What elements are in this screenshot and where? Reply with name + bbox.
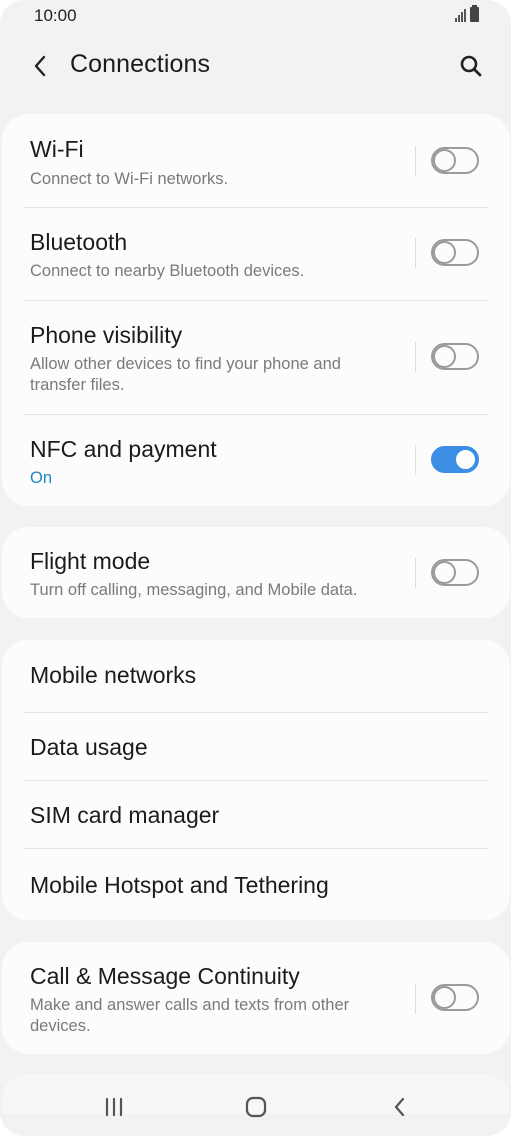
card-connectivity: Wi-Fi Connect to Wi-Fi networks. Bluetoo… [2,114,510,506]
nfc-toggle[interactable] [431,446,479,473]
row-data-usage[interactable]: Data usage [2,713,510,780]
flight-mode-toggle[interactable] [431,559,479,586]
home-icon [245,1096,267,1118]
divider-vertical [415,984,416,1014]
flight-mode-title: Flight mode [30,548,151,574]
nfc-title: NFC and payment [30,436,217,462]
status-time: 10:00 [34,6,77,25]
app-bar: Connections [0,40,511,92]
toggle-knob [433,241,456,264]
toggle-knob [433,986,456,1009]
wifi-subtitle: Connect to Wi-Fi networks. [30,170,229,188]
row-continuity[interactable]: Call & Message Continuity Make and answe… [2,942,510,1054]
recent-apps-icon [105,1097,123,1117]
row-nfc[interactable]: NFC and payment On [2,415,510,506]
nav-back-icon [394,1097,405,1117]
continuity-subtitle-line1: Make and answer calls and texts from oth… [30,996,350,1014]
nfc-status: On [30,469,53,487]
nav-back-button[interactable] [379,1092,419,1122]
phone-visibility-toggle[interactable] [431,343,479,370]
divider-vertical [415,238,416,268]
phone-visibility-title: Phone visibility [30,322,183,348]
bluetooth-subtitle: Connect to nearby Bluetooth devices. [30,262,305,280]
divider-vertical [415,445,416,475]
row-phone-visibility[interactable]: Phone visibility Allow other devices to … [2,301,510,414]
row-hotspot[interactable]: Mobile Hotspot and Tethering [2,849,510,920]
toggle-knob [433,561,456,584]
continuity-subtitle-line2: devices. [30,1017,91,1035]
card-flight-mode: Flight mode Turn off calling, messaging,… [2,527,510,618]
card-networks: Mobile networks Data usage SIM card mana… [2,640,510,920]
status-bar: 10:00 [0,0,511,32]
phone-visibility-subtitle-line1: Allow other devices to find your phone a… [30,355,341,373]
card-continuity: Call & Message Continuity Make and answe… [2,942,510,1054]
navigation-bar [0,1080,511,1136]
divider-vertical [415,146,416,176]
status-icons [455,5,479,22]
search-button[interactable] [453,48,489,84]
mobile-networks-title: Mobile networks [30,662,197,688]
continuity-title: Call & Message Continuity [30,963,300,989]
hotspot-title: Mobile Hotspot and Tethering [30,872,329,898]
connections-screen: 10:00 Connections Wi-Fi Connect to Wi-Fi… [0,0,511,1136]
battery-icon [470,5,479,22]
recent-apps-button[interactable] [94,1092,134,1122]
bluetooth-toggle[interactable] [431,239,479,266]
flight-mode-subtitle: Turn off calling, messaging, and Mobile … [30,581,358,599]
home-button[interactable] [236,1092,276,1122]
toggle-knob [433,345,456,368]
row-mobile-networks[interactable]: Mobile networks [2,640,510,712]
sim-manager-title: SIM card manager [30,802,220,828]
chevron-left-icon [34,55,46,77]
continuity-toggle[interactable] [431,984,479,1011]
signal-icon [455,8,466,22]
wifi-title: Wi-Fi [30,136,84,162]
page-title: Connections [70,50,211,78]
data-usage-title: Data usage [30,734,148,760]
row-bluetooth[interactable]: Bluetooth Connect to nearby Bluetooth de… [2,208,510,300]
toggle-knob [454,448,477,471]
divider-vertical [415,558,416,588]
wifi-toggle[interactable] [431,147,479,174]
back-button[interactable] [22,48,58,84]
phone-visibility-subtitle-line2: transfer files. [30,376,125,394]
divider-vertical [415,342,416,372]
toggle-knob [433,149,456,172]
row-sim-manager[interactable]: SIM card manager [2,781,510,848]
bluetooth-title: Bluetooth [30,229,128,255]
search-icon [460,55,482,77]
row-flight-mode[interactable]: Flight mode Turn off calling, messaging,… [2,527,510,618]
row-wifi[interactable]: Wi-Fi Connect to Wi-Fi networks. [2,114,510,207]
